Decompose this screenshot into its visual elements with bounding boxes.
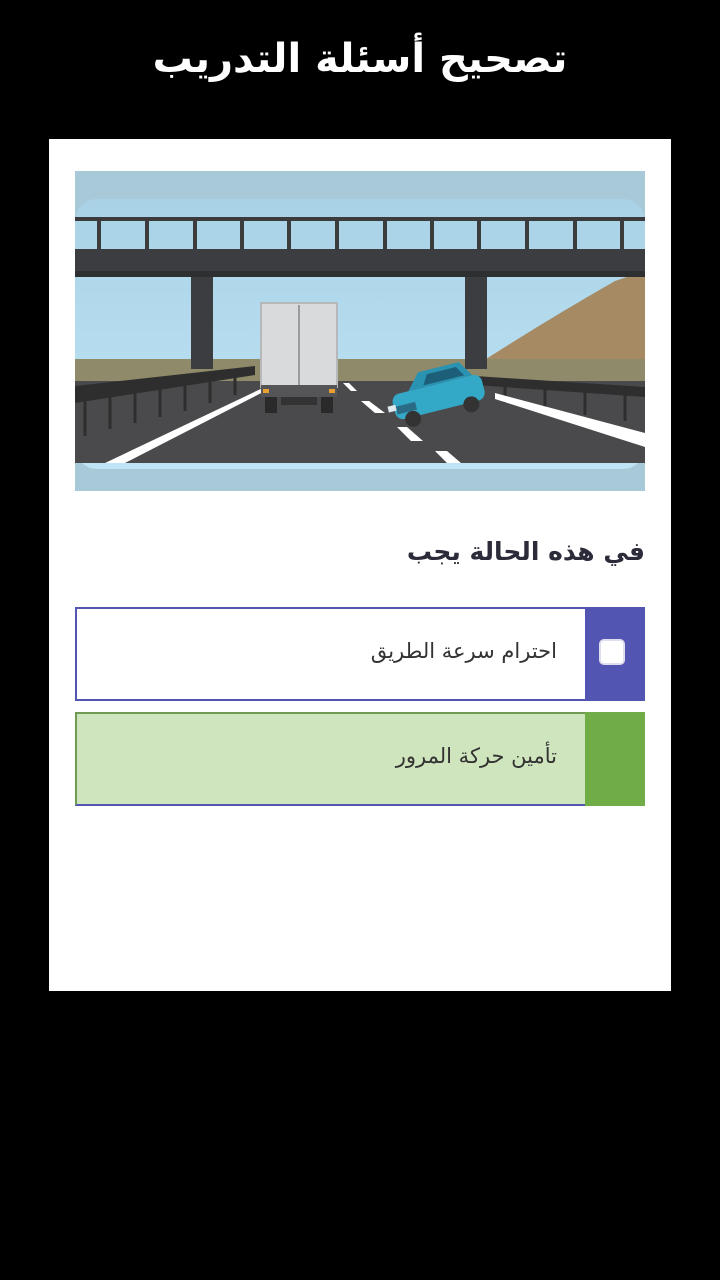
option-2-correct-indicator[interactable]	[585, 712, 645, 806]
option-2-label: تأمين حركة المرور	[395, 744, 557, 768]
option-1-checkbox-area[interactable]	[585, 607, 645, 701]
question-text: في هذه الحالة يجب	[406, 537, 645, 566]
answer-option-1[interactable]: احترام سرعة الطريق	[75, 607, 645, 701]
question-image	[75, 171, 645, 491]
page-title: تصحيح أسئلة التدريب	[152, 36, 568, 82]
option-1-label: احترام سرعة الطريق	[370, 639, 557, 663]
answer-option-2[interactable]: تأمين حركة المرور	[75, 712, 645, 806]
question-card: في هذه الحالة يجب احترام سرعة الطريق تأم…	[49, 139, 671, 991]
checkbox-icon[interactable]	[599, 639, 625, 665]
